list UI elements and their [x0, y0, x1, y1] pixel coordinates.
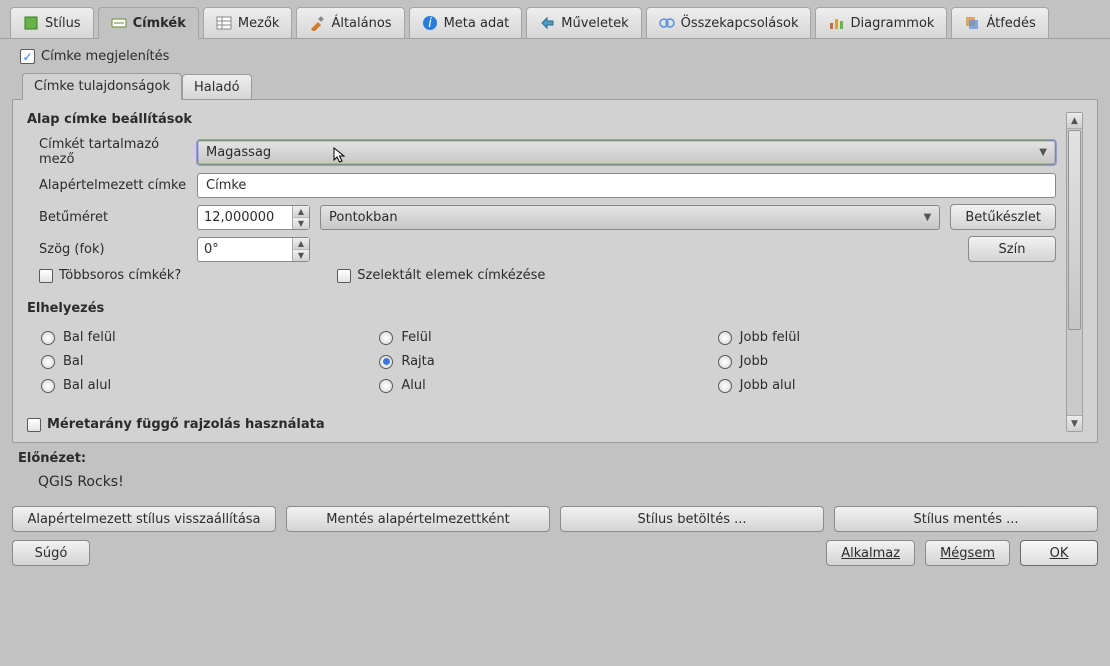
field-containing-label: Címkét tartalmazó mező [27, 137, 187, 167]
fields-icon [216, 15, 232, 31]
general-icon [309, 15, 325, 31]
spin-up-icon[interactable]: ▲ [293, 238, 309, 250]
inner-tabs: Címke tulajdonságok Haladó [22, 72, 1098, 99]
info-icon: i [422, 15, 438, 31]
diagrams-icon [828, 15, 844, 31]
tab-atfedes[interactable]: Átfedés [951, 7, 1048, 38]
display-labels-checkbox[interactable] [20, 49, 35, 64]
tab-label: Műveletek [561, 16, 628, 31]
tab-label: Átfedés [986, 16, 1035, 31]
overlay-icon [964, 15, 980, 31]
main-tabs: Stílus Címkék Mezők Általános i Meta ada… [0, 0, 1110, 39]
apply-button[interactable]: Alkalmaz [826, 540, 915, 566]
cancel-button[interactable]: Mégsem [925, 540, 1010, 566]
basic-settings-title: Alap címke beállítások [27, 112, 1056, 127]
tab-stilus[interactable]: Stílus [10, 7, 94, 38]
tab-altalanos[interactable]: Általános [296, 7, 404, 38]
ok-button[interactable]: OK [1020, 540, 1098, 566]
scroll-up-icon[interactable]: ▲ [1067, 113, 1082, 129]
angle-label: Szög (fok) [27, 242, 187, 257]
default-label-value: Címke [206, 178, 246, 193]
display-labels-label: Címke megjelenítés [41, 49, 169, 64]
radio-right[interactable]: Jobb [718, 354, 1056, 369]
tab-advanced[interactable]: Haladó [182, 74, 252, 101]
preview-section: Előnézet: QGIS Rocks! [18, 451, 1094, 490]
angle-arrows[interactable]: ▲▼ [292, 238, 309, 261]
preview-value: QGIS Rocks! [18, 466, 1094, 490]
radio-over[interactable]: Rajta [379, 354, 717, 369]
radio-bottom-left[interactable]: Bal alul [41, 378, 379, 393]
font-button[interactable]: Betűkészlet [950, 204, 1056, 230]
label-properties-panel: Alap címke beállítások Címkét tartalmazó… [12, 99, 1098, 443]
tab-osszekapcsolasok[interactable]: Összekapcsolások [646, 7, 812, 38]
radio-bottom[interactable]: Alul [379, 378, 717, 393]
tab-diagrammok[interactable]: Diagrammok [815, 7, 947, 38]
radio-top[interactable]: Felül [379, 330, 717, 345]
tab-label: Mezők [238, 16, 280, 31]
default-label-input[interactable]: Címke [197, 173, 1056, 198]
color-button[interactable]: Szín [968, 236, 1056, 262]
joins-icon [659, 15, 675, 31]
font-size-spinner[interactable]: 12,000000 ▲▼ [197, 205, 310, 230]
actions-icon [539, 15, 555, 31]
angle-spinner[interactable]: 0° ▲▼ [197, 237, 310, 262]
panel-scrollbar[interactable]: ▲ ▼ [1066, 112, 1083, 432]
font-size-value: 12,000000 [198, 206, 292, 229]
tab-label: Meta adat [444, 16, 510, 31]
save-style-button[interactable]: Stílus mentés ... [834, 506, 1098, 532]
field-containing-dropdown[interactable]: Magassag [197, 140, 1056, 165]
radio-bottom-right[interactable]: Jobb alul [718, 378, 1056, 393]
scale-dependent-checkbox[interactable] [27, 418, 41, 432]
restore-default-style-button[interactable]: Alapértelmezett stílus visszaállítása [12, 506, 276, 532]
tab-meta[interactable]: i Meta adat [409, 7, 523, 38]
field-containing-value: Magassag [206, 145, 271, 160]
tab-label: Diagrammok [850, 16, 934, 31]
placement-title: Elhelyezés [27, 301, 1056, 316]
tab-label: Címkék [133, 16, 186, 31]
tab-label: Általános [331, 16, 391, 31]
help-button[interactable]: Súgó [12, 540, 90, 566]
tab-label: Stílus [45, 16, 81, 31]
font-size-arrows[interactable]: ▲▼ [292, 206, 309, 229]
font-unit-dropdown[interactable]: Pontokban [320, 205, 940, 230]
tab-mezok[interactable]: Mezők [203, 7, 293, 38]
radio-top-left[interactable]: Bal felül [41, 330, 379, 345]
tab-cimkek[interactable]: Címkék [98, 7, 199, 39]
multiline-checkbox[interactable] [39, 269, 53, 283]
style-icon [23, 15, 39, 31]
tab-muveletek[interactable]: Műveletek [526, 7, 641, 38]
multiline-label: Többsoros címkék? [59, 268, 181, 283]
labels-icon [111, 15, 127, 31]
spin-up-icon[interactable]: ▲ [293, 206, 309, 218]
angle-value: 0° [198, 238, 292, 261]
tab-label: Összekapcsolások [681, 16, 799, 31]
label-selected-label: Szelektált elemek címkézése [357, 268, 545, 283]
default-label-label: Alapértelmezett címke [27, 178, 187, 193]
preview-label: Előnézet: [18, 451, 1094, 466]
label-selected-checkbox[interactable] [337, 269, 351, 283]
svg-text:i: i [428, 16, 432, 31]
radio-top-right[interactable]: Jobb felül [718, 330, 1056, 345]
scroll-thumb[interactable] [1068, 130, 1081, 330]
save-as-default-button[interactable]: Mentés alapértelmezettként [286, 506, 550, 532]
scroll-down-icon[interactable]: ▼ [1067, 415, 1082, 431]
tab-label-properties[interactable]: Címke tulajdonságok [22, 73, 182, 100]
spin-down-icon[interactable]: ▼ [293, 250, 309, 261]
load-style-button[interactable]: Stílus betöltés ... [560, 506, 824, 532]
placement-grid: Bal felül Felül Jobb felül Bal Rajta Job… [27, 326, 1056, 397]
spin-down-icon[interactable]: ▼ [293, 218, 309, 229]
font-size-label: Betűméret [27, 210, 187, 225]
font-unit-value: Pontokban [329, 210, 398, 225]
radio-left[interactable]: Bal [41, 354, 379, 369]
scale-dependent-label: Méretarány függő rajzolás használata [47, 417, 325, 432]
